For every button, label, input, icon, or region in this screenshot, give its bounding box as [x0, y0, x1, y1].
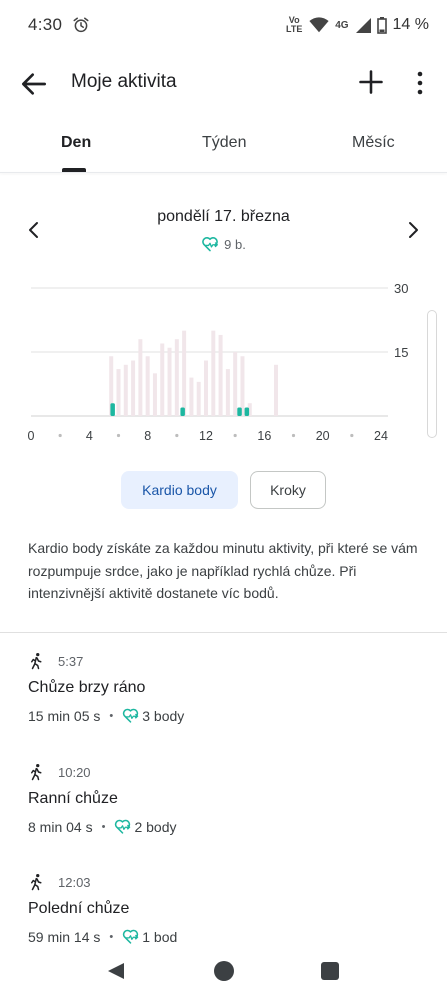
bar-activity: [138, 339, 143, 416]
x-tick-label: 16: [257, 429, 271, 443]
bar-activity: [145, 356, 150, 416]
more-vert-icon[interactable]: [410, 68, 430, 98]
x-tick-label: 8: [144, 429, 151, 443]
nav-recents-icon[interactable]: [321, 962, 339, 980]
x-tick-label: 4: [86, 429, 93, 443]
bar-activity: [196, 381, 201, 416]
bar-activity: [274, 364, 278, 416]
period-tabs: Den Týden Měsíc: [0, 124, 447, 174]
activity-time: 5:37: [58, 653, 84, 669]
bar-activity: [189, 377, 194, 416]
tabs-divider: [0, 172, 447, 173]
nav-back-icon[interactable]: [106, 961, 126, 981]
activity-item[interactable]: 10:20 Ranní chůze 8 min 04 s • 2 body: [28, 762, 418, 835]
date-points: 9 b.: [0, 236, 447, 252]
activity-time: 10:20: [58, 764, 91, 780]
x-tick-label: 24: [374, 429, 388, 443]
separator-dot: •: [101, 820, 106, 833]
scrollbar[interactable]: [427, 310, 437, 438]
heart-points-icon: [115, 819, 131, 834]
bar-cardio-points: [180, 407, 185, 416]
bar-activity: [182, 330, 187, 416]
bar-activity: [116, 369, 121, 416]
x-tick-label: 12: [199, 429, 213, 443]
battery-percent: 14 %: [392, 16, 429, 33]
date-label: pondělí 17. března: [157, 208, 290, 225]
bar-activity: [225, 369, 230, 416]
status-bar: 4:30 Vo LTE 4G 14 %: [0, 0, 447, 50]
system-nav-bar: [0, 940, 447, 1000]
bar-activity: [240, 356, 245, 416]
activity-item[interactable]: 12:03 Polední chůze 59 min 14 s • 1 bod: [28, 872, 418, 945]
bar-activity: [174, 339, 179, 416]
network-type-label: 4G: [335, 19, 349, 31]
tab-month[interactable]: Měsíc: [352, 134, 395, 152]
walk-icon: [31, 873, 42, 891]
activity-title: Chůze brzy ráno: [28, 679, 146, 696]
activity-duration: 15 min 05 s: [28, 707, 101, 724]
bar-activity: [233, 352, 238, 416]
status-time: 4:30: [28, 15, 63, 34]
plus-icon[interactable]: [357, 68, 385, 96]
activity-duration: 8 min 04 s: [28, 818, 93, 835]
activity-title: Polední chůze: [28, 900, 130, 917]
x-minor-dot: [350, 433, 354, 438]
alarm-icon: [73, 17, 89, 33]
nav-home-icon[interactable]: [214, 961, 234, 981]
y-tick-label: 30: [394, 281, 408, 296]
points-total: 9 b.: [224, 236, 246, 252]
activity-item[interactable]: 5:37 Chůze brzy ráno 15 min 05 s • 3 bod…: [28, 651, 418, 724]
activity-points: 3 body: [142, 707, 185, 724]
x-minor-dot: [58, 433, 62, 438]
bar-activity: [131, 360, 136, 416]
page-title: Moje aktivita: [71, 71, 177, 92]
bar-activity: [152, 373, 157, 416]
wifi-icon: [309, 17, 329, 33]
volte-label: Vo LTE: [286, 15, 303, 34]
x-tick-label: 0: [28, 429, 35, 443]
activity-title: Ranní chůze: [28, 790, 118, 807]
x-tick-label: 20: [316, 429, 330, 443]
battery-icon: [376, 16, 387, 34]
bar-cardio-points: [244, 407, 250, 416]
cardio-description: Kardio body získáte za každou minutu akt…: [28, 540, 418, 601]
activity-time: 12:03: [58, 874, 91, 890]
bar-activity: [204, 360, 208, 416]
bar-activity: [160, 343, 165, 416]
cardio-points-chart: 30 15 0 4 8 12 16 20 24: [28, 281, 409, 443]
x-minor-dot: [233, 433, 237, 438]
bar-activity: [123, 364, 128, 416]
heart-points-icon: [202, 237, 219, 252]
walk-icon: [31, 763, 42, 781]
bar-cardio-points: [110, 403, 115, 416]
tab-day[interactable]: Den: [61, 134, 91, 152]
app-bar: Moje aktivita: [0, 50, 447, 114]
y-tick-label: 15: [394, 345, 408, 360]
signal-icon: [355, 18, 371, 33]
chip-cardio-points[interactable]: Kardio body: [121, 471, 238, 509]
bar-cardio-points: [237, 407, 242, 416]
status-indicators: Vo LTE 4G 14 %: [285, 16, 429, 34]
walk-icon: [31, 652, 42, 670]
section-divider: [0, 632, 447, 633]
back-arrow-icon[interactable]: [18, 68, 50, 100]
x-minor-dot: [291, 433, 296, 438]
tab-week[interactable]: Týden: [202, 134, 246, 152]
separator-dot: •: [109, 709, 114, 722]
heart-points-icon: [123, 708, 139, 723]
x-minor-dot: [116, 433, 121, 438]
chip-steps[interactable]: Kroky: [250, 471, 326, 509]
bar-activity: [167, 347, 172, 416]
activity-points: 2 body: [134, 818, 177, 835]
chevron-right-icon[interactable]: [403, 220, 423, 240]
bar-activity: [218, 334, 223, 416]
x-minor-dot: [175, 433, 179, 438]
bar-activity: [211, 330, 216, 416]
